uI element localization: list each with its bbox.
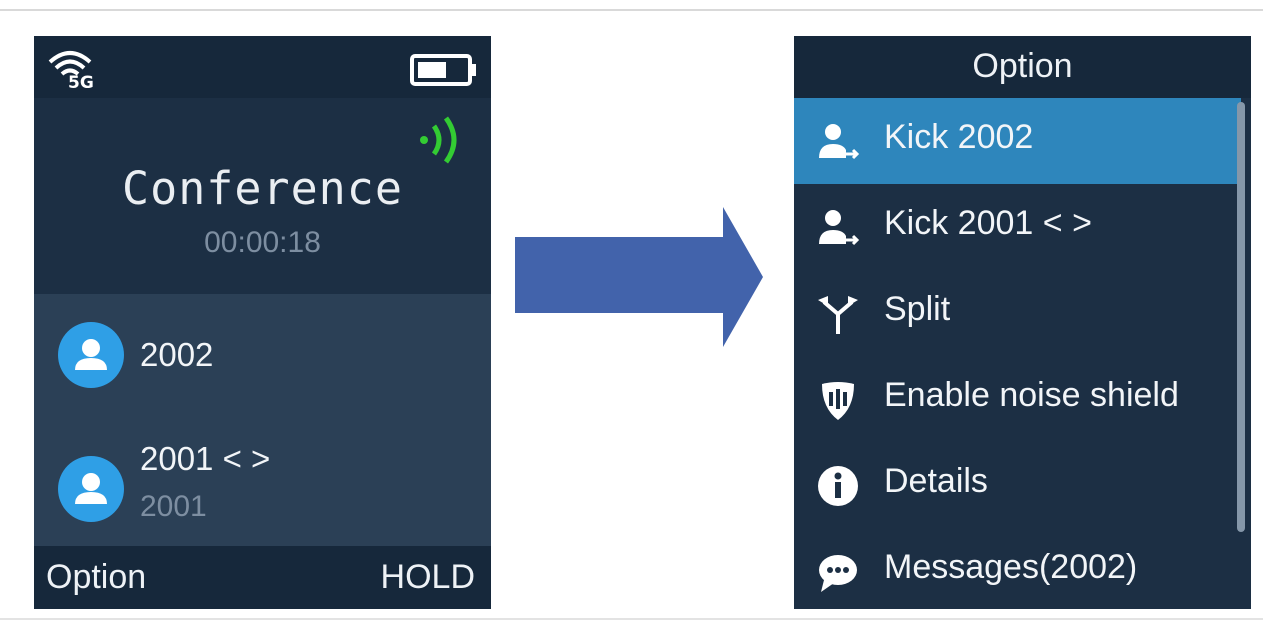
split-icon: [816, 292, 860, 336]
menu-item-label: Enable noise shield: [884, 376, 1179, 414]
avatar-icon: [58, 456, 124, 522]
menu-item-label: Details: [884, 462, 988, 500]
status-bar: 5G: [34, 36, 491, 98]
menu-item-label: Kick 2002: [884, 118, 1034, 156]
menu-item-noise-shield[interactable]: Enable noise shield: [794, 356, 1241, 442]
option-menu-screen: Option Kick 2002 Kick 2001 < > Split Ena…: [794, 36, 1251, 609]
battery-icon: [410, 53, 480, 87]
kick-user-icon: [816, 206, 860, 250]
noise-shield-icon: [816, 378, 860, 422]
menu-item-kick-2002[interactable]: Kick 2002: [794, 98, 1241, 184]
call-screen: 5G Conference 00:00:18 2002 2001 < > 200…: [34, 36, 491, 609]
sound-waves-icon: [418, 114, 468, 166]
scrollbar-thumb[interactable]: [1237, 102, 1245, 532]
participant-list: 2002 2001 < > 2001: [34, 294, 491, 546]
wifi-badge: 5G: [68, 73, 94, 90]
wifi-5g-icon: 5G: [46, 46, 108, 93]
right-arrow-icon: [515, 207, 763, 347]
hold-softkey[interactable]: HOLD: [381, 558, 475, 597]
menu-item-label: Messages(2002): [884, 548, 1138, 586]
softkey-bar: Option HOLD: [34, 546, 491, 609]
menu-item-messages[interactable]: Messages(2002): [794, 528, 1241, 609]
bottom-divider: [0, 618, 1263, 620]
menu-item-kick-2001[interactable]: Kick 2001 < >: [794, 184, 1241, 270]
participant-number: 2001: [140, 490, 207, 523]
participant-name: 2002: [140, 336, 214, 373]
avatar-icon: [58, 322, 124, 388]
participant-row[interactable]: 2001 < > 2001: [34, 414, 491, 546]
menu-item-details[interactable]: Details: [794, 442, 1241, 528]
menu-title: Option: [794, 36, 1251, 98]
menu-item-split[interactable]: Split: [794, 270, 1241, 356]
option-softkey[interactable]: Option: [46, 558, 146, 597]
top-divider: [0, 9, 1263, 11]
kick-user-icon: [816, 120, 860, 164]
participant-row[interactable]: 2002: [34, 294, 491, 414]
menu-item-label: Kick 2001 < >: [884, 204, 1092, 242]
message-icon: [816, 550, 860, 594]
call-title: Conference: [122, 162, 403, 215]
info-icon: [816, 464, 860, 508]
menu-item-label: Split: [884, 290, 951, 328]
participant-name: 2001 < >: [140, 440, 271, 477]
call-timer: 00:00:18: [204, 226, 321, 259]
